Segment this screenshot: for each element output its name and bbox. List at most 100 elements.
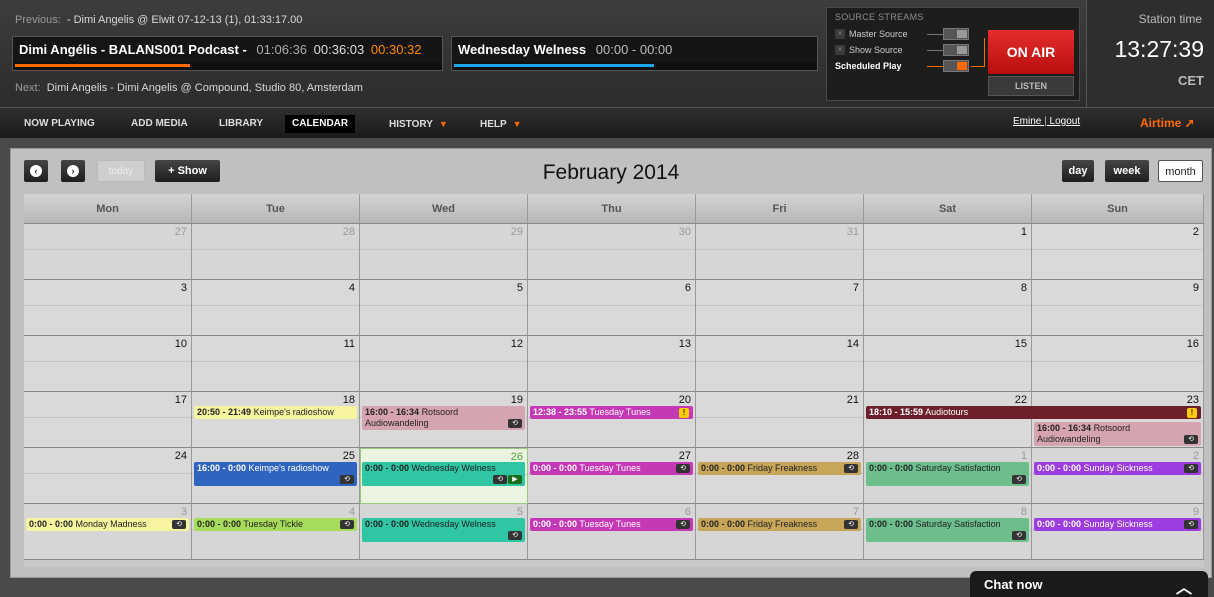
day-cell[interactable]: 14 xyxy=(696,336,864,392)
day-cell[interactable]: 9 xyxy=(1032,280,1204,336)
day-number: 11 xyxy=(343,338,355,350)
calendar-event[interactable]: 0:00 - 0:00 Sunday Sickness ⟲ xyxy=(1034,462,1201,475)
day-number: 28 xyxy=(846,450,859,462)
calendar-event[interactable]: 0:00 - 0:00 Friday Freakness ⟲ xyxy=(698,518,861,531)
source-master-source: ✕ Master Source xyxy=(835,28,908,39)
event-time: 0:00 - 0:00 xyxy=(1037,463,1082,473)
calendar-title: February 2014 xyxy=(542,161,680,184)
nav-calendar[interactable]: CALENDAR xyxy=(285,115,356,133)
next-track: Next: Dimi Angelis - Dimi Angelis @ Compo… xyxy=(15,82,363,94)
view-month-button[interactable]: month xyxy=(1158,160,1203,182)
day-cell[interactable]: 18 xyxy=(192,392,360,448)
calendar-event[interactable]: 0:00 - 0:00 Saturday Satisfaction ⟲ xyxy=(866,518,1029,542)
day-cell[interactable]: 4 xyxy=(192,280,360,336)
main-nav: NOW PLAYING ADD MEDIA LIBRARY CALENDAR HISTO… xyxy=(0,107,1214,138)
day-cell[interactable]: 2 xyxy=(1032,448,1204,504)
chat-now-bar[interactable]: Chat now ︿ xyxy=(970,571,1208,597)
day-cell[interactable]: 28 xyxy=(192,224,360,280)
day-cell[interactable]: 6 xyxy=(528,280,696,336)
logout-link[interactable]: Logout xyxy=(1050,116,1081,127)
close-icon[interactable]: ✕ xyxy=(835,28,845,39)
day-cell[interactable]: 7 xyxy=(696,504,864,560)
day-cell[interactable]: 7 xyxy=(696,280,864,336)
day-number: 9 xyxy=(1192,506,1199,518)
day-cell[interactable]: 3 xyxy=(24,504,192,560)
day-number: 7 xyxy=(852,282,859,294)
event-title: Friday Freakness xyxy=(747,463,818,473)
day-cell[interactable]: 24 xyxy=(24,448,192,504)
day-cell[interactable]: 29 xyxy=(360,224,528,280)
listen-button[interactable]: LISTEN xyxy=(988,76,1074,96)
day-cell[interactable]: 2 xyxy=(1032,224,1204,280)
calendar-event[interactable]: 16:00 - 0:00 Keimpe's radioshow ⟲ xyxy=(194,462,357,486)
view-day-button[interactable]: day xyxy=(1062,160,1094,182)
day-cell[interactable]: 10 xyxy=(24,336,192,392)
nav-add-media[interactable]: ADD MEDIA xyxy=(124,115,195,133)
day-cell[interactable]: 1 xyxy=(864,224,1032,280)
day-cell[interactable]: 12 xyxy=(360,336,528,392)
calendar-event[interactable]: 12:38 - 23:55 Tuesday Tunes! xyxy=(530,406,693,419)
source-switch[interactable] xyxy=(943,44,969,56)
day-cell[interactable]: 9 xyxy=(1032,504,1204,560)
nav-history[interactable]: HISTORY ▼ xyxy=(382,115,455,133)
source-switch[interactable] xyxy=(943,60,969,72)
event-title: Keimpe's radioshow xyxy=(248,463,329,473)
calendar-event[interactable]: 0:00 - 0:00 Tuesday Tickle ⟲ xyxy=(194,518,357,531)
airtime-logo-icon: ➚ xyxy=(1184,116,1195,130)
nav-help[interactable]: HELP ▼ xyxy=(473,115,529,133)
day-cell[interactable]: 4 xyxy=(192,504,360,560)
day-cell[interactable]: 11 xyxy=(192,336,360,392)
day-cell-divider xyxy=(192,305,359,306)
calendar-event[interactable]: 0:00 - 0:00 Saturday Satisfaction ⟲ xyxy=(866,462,1029,486)
day-cell-divider xyxy=(192,361,359,362)
calendar-event[interactable]: 18:10 - 15:59 Audiotours! xyxy=(866,406,1201,419)
day-cell[interactable]: 22 xyxy=(864,392,1032,448)
day-cell[interactable]: 27 xyxy=(24,224,192,280)
day-cell-divider xyxy=(24,305,191,306)
user-links: Emine | Logout xyxy=(1013,116,1080,127)
day-number: 20 xyxy=(678,394,691,406)
calendar-event[interactable]: 0:00 - 0:00 Friday Freakness ⟲ xyxy=(698,462,861,475)
day-cell[interactable]: 31 xyxy=(696,224,864,280)
current-show-title: Wednesday Welness xyxy=(458,42,587,57)
day-cell[interactable]: 27 xyxy=(528,448,696,504)
day-cell[interactable]: 16 xyxy=(1032,336,1204,392)
calendar-event[interactable]: 0:00 - 0:00 Tuesday Tunes ⟲ xyxy=(530,518,693,531)
close-icon[interactable]: ✕ xyxy=(835,44,845,55)
event-title: Tuesday Tunes xyxy=(579,463,641,473)
day-cell[interactable]: 28 xyxy=(696,448,864,504)
day-cell[interactable]: 21 xyxy=(696,392,864,448)
event-time: 0:00 - 0:00 xyxy=(365,463,410,473)
day-cell[interactable]: 20 xyxy=(528,392,696,448)
calendar-event[interactable]: 16:00 - 16:34 Rotsoord Audiowandeling ⟲ xyxy=(362,406,525,430)
day-cell[interactable]: 6 xyxy=(528,504,696,560)
calendar-event[interactable]: 0:00 - 0:00 Tuesday Tunes ⟲ xyxy=(530,462,693,475)
caret-down-icon: ▼ xyxy=(438,119,448,129)
day-number: 8 xyxy=(1020,506,1027,518)
day-cell[interactable]: 3 xyxy=(24,280,192,336)
day-cell[interactable]: 8 xyxy=(864,280,1032,336)
view-week-button[interactable]: week xyxy=(1105,160,1149,182)
nav-library[interactable]: LIBRARY xyxy=(212,115,270,133)
weekday-header: Thu xyxy=(528,194,696,224)
day-number: 27 xyxy=(174,226,187,238)
calendar-event[interactable]: 0:00 - 0:00 Monday Madness ⟲ xyxy=(26,518,189,531)
calendar-event[interactable]: 0:00 - 0:00 Wednesday Welness ⟲ xyxy=(362,518,525,542)
event-time: 16:00 - 0:00 xyxy=(197,463,247,473)
top-bar: Previous: - Dimi Angelis @ Elwit 07-12-13… xyxy=(0,0,1214,107)
calendar-event[interactable]: 0:00 - 0:00 Wednesday Welness ⟲ ▶ xyxy=(362,462,525,486)
calendar-event[interactable]: 0:00 - 0:00 Sunday Sickness ⟲ xyxy=(1034,518,1201,531)
source-scheduled-play: Scheduled Play xyxy=(835,60,902,71)
user-name-link[interactable]: Emine xyxy=(1013,116,1041,127)
source-switch[interactable] xyxy=(943,28,969,40)
day-cell[interactable]: 30 xyxy=(528,224,696,280)
day-cell[interactable]: 15 xyxy=(864,336,1032,392)
calendar-event[interactable]: 20:50 - 21:49 Keimpe's radioshow xyxy=(194,406,357,419)
day-cell[interactable]: 17 xyxy=(24,392,192,448)
day-cell[interactable]: 13 xyxy=(528,336,696,392)
day-cell[interactable]: 5 xyxy=(360,280,528,336)
nav-now-playing[interactable]: NOW PLAYING xyxy=(17,115,102,133)
day-cell-divider xyxy=(24,249,191,250)
calendar-event[interactable]: 16:00 - 16:34 Rotsoord Audiowandeling ⟲ xyxy=(1034,422,1201,446)
source-output-riser xyxy=(984,38,985,67)
